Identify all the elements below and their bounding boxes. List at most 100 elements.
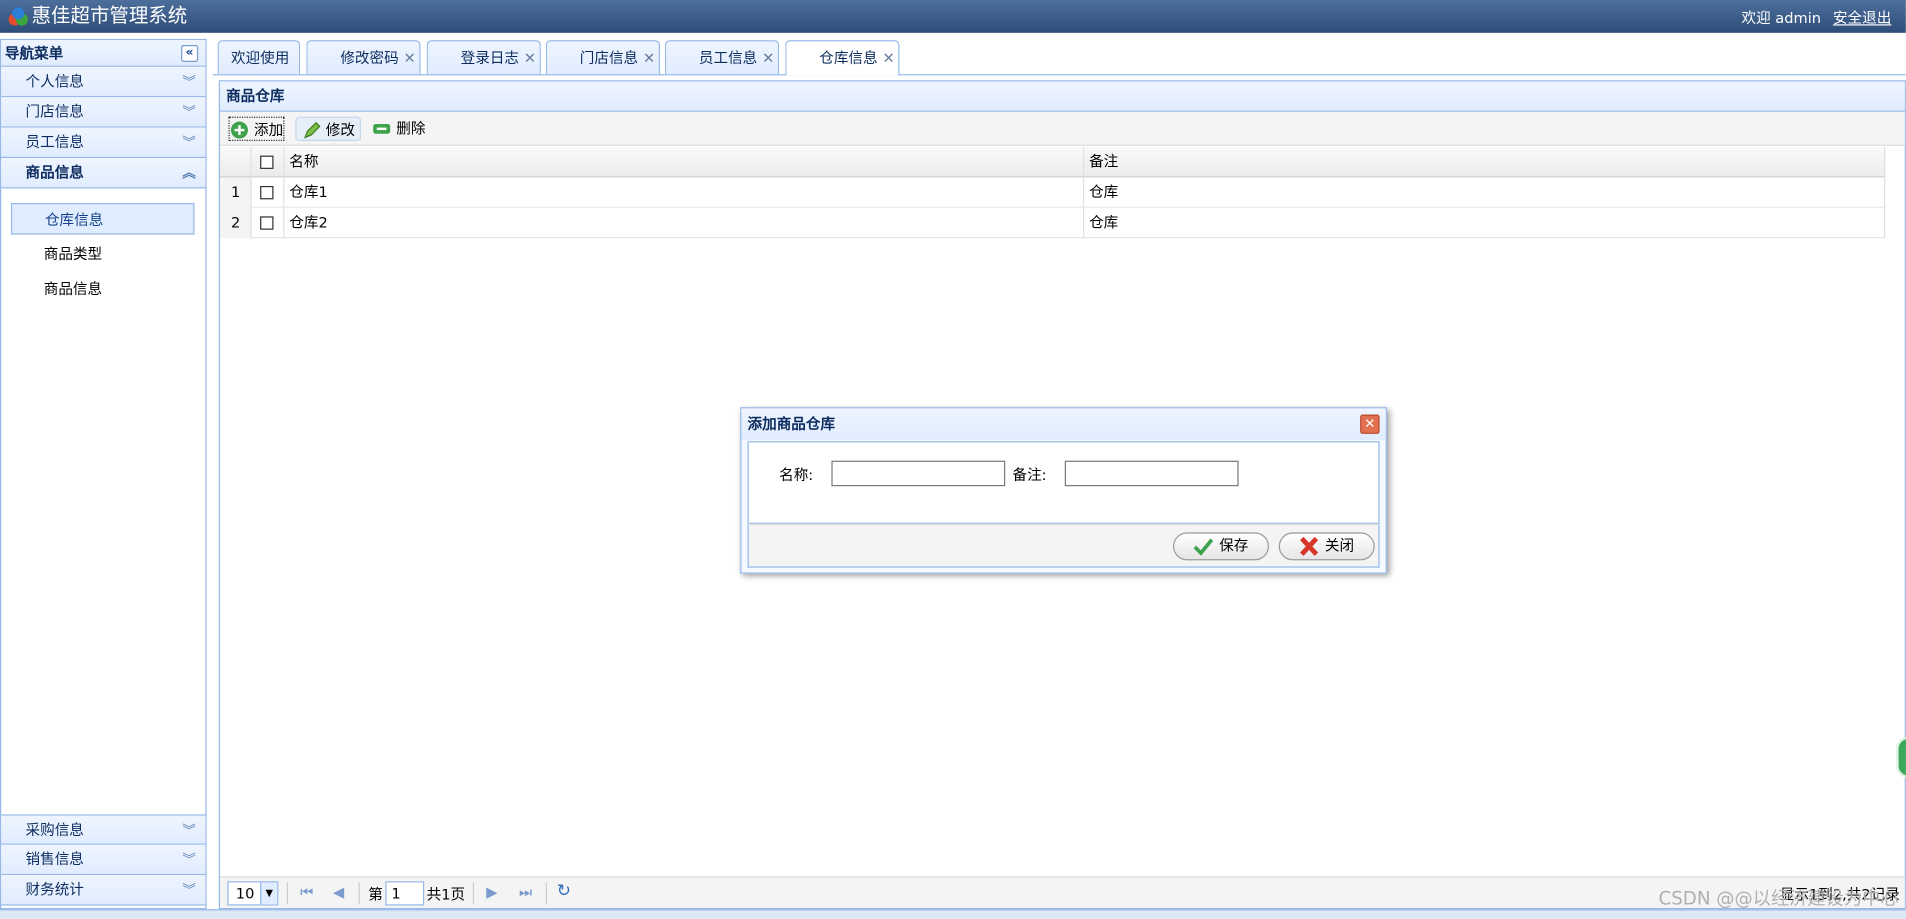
prev-page-icon[interactable]: ◀ [333,884,344,901]
nav-section-label: 门店信息 [25,103,84,121]
tab-change-password[interactable]: 修改密码 ✕ [306,40,421,75]
tab-label: 仓库信息 [819,49,878,67]
pager-separator [358,882,360,905]
cell-remark: 仓库 [1084,177,1886,208]
nav-sidebar-header: 导航菜单 « [1,40,206,67]
row-checkbox[interactable] [260,185,274,200]
last-page-icon[interactable]: ⏭ [519,884,532,902]
tab-label: 登录日志 [460,49,520,67]
delete-button[interactable]: 删除 [372,117,433,141]
nav-section-personal[interactable]: 个人信息 ︾ [1,66,206,98]
double-chevron-down-icon: ︾ [182,74,196,90]
row-select-cell [252,177,285,208]
nav-section-label: 员工信息 [25,133,84,151]
row-checkbox[interactable] [260,216,274,230]
cell-name: 仓库1 [284,177,1085,208]
dropdown-arrow-icon: ▼ [260,882,278,905]
tab-warehouse-info[interactable]: 仓库信息 ✕ [785,40,900,76]
tab-label: 欢迎使用 [230,49,290,67]
minus-icon [373,123,391,134]
subnav-item-warehouse[interactable]: 仓库信息 [10,202,195,235]
remark-label: 备注: [1012,466,1047,484]
tab-login-log[interactable]: 登录日志 ✕ [426,40,541,75]
check-icon [1193,538,1214,556]
tab-label: 修改密码 [340,49,399,67]
table-row[interactable]: 1 仓库1 仓库 [220,177,1886,208]
page-total: 共1页 [426,886,466,904]
dialog-title: 添加商品仓库 [741,408,1386,441]
remark-field[interactable] [1064,460,1239,487]
nav-section-employees[interactable]: 员工信息 ︾ [1,127,206,159]
refresh-icon[interactable]: ↻ [557,881,571,900]
tab-store-info[interactable]: 门店信息 ✕ [545,40,661,75]
double-chevron-up-icon: ︽ [182,165,196,182]
delete-button-label: 删除 [396,120,426,138]
subnav-item-label: 商品类型 [43,245,103,263]
nav-section-finance[interactable]: 财务统计 ︾ [1,875,206,906]
nav-section-label: 商品信息 [25,164,84,182]
nav-section-stores[interactable]: 门店信息 ︾ [1,97,206,128]
select-all-checkbox[interactable] [260,155,274,169]
logout-link[interactable]: 安全退出 [1833,10,1891,27]
column-header-name[interactable]: 名称 [284,147,1085,178]
close-tab-icon[interactable]: ✕ [524,41,536,75]
row-select-cell [252,207,285,239]
nav-section-label: 财务统计 [25,881,84,899]
pager-separator [286,882,289,905]
add-button[interactable]: 添加 [228,116,285,141]
subnav-item-goods-type[interactable]: 商品类型 [11,238,195,270]
edit-button-label: 修改 [325,121,355,139]
edit-button[interactable]: 修改 [295,116,362,141]
subnav-item-goods-info[interactable]: 商品信息 [11,273,195,305]
nav-section-goods[interactable]: 商品信息 ︽ [1,158,206,189]
nav-section-sales[interactable]: 销售信息 ︾ [1,844,206,876]
table-row[interactable]: 2 仓库2 仓库 [220,207,1886,239]
app-window: 惠佳超市管理系统 欢迎 admin 安全退出 导航菜单 « 个人信息 ︾ 门店信… [0,0,1906,919]
close-icon[interactable]: ✕ [1360,414,1380,434]
subnav-item-label: 仓库信息 [44,211,104,229]
double-chevron-down-icon: ︾ [182,104,196,121]
add-icon [230,121,248,139]
pager-separator [545,882,547,905]
user-area: 欢迎 admin 安全退出 [1741,7,1891,28]
first-page-icon[interactable]: ⏮ [300,884,313,902]
floating-assist-icon[interactable] [1896,736,1906,778]
grid-toolbar: 添加 修改 删除 [220,111,1905,146]
save-button[interactable]: 保存 [1172,532,1269,561]
select-all-cell [252,147,285,178]
page-size-select[interactable]: 10 ▼ [227,881,279,906]
close-tab-icon[interactable]: ✕ [643,41,655,75]
nav-section-label: 采购信息 [25,821,84,839]
close-tab-icon[interactable]: ✕ [882,41,894,75]
nav-section-purchase[interactable]: 采购信息 ︾ [1,814,206,845]
tab-welcome[interactable]: 欢迎使用 [217,40,301,75]
nav-section-label: 个人信息 [25,72,84,90]
nav-sidebar: 导航菜单 « 个人信息 ︾ 门店信息 ︾ 员工信息 ︾ 商品信息 ︽ 仓库信息 … [0,38,207,910]
save-button-label: 保存 [1219,537,1249,555]
pagination-bar: 10 ▼ ⏮ ◀ 第 1 共1页 ▶ ⏭ ↻ 显示1到2,共2记录 [220,876,1905,908]
tab-employee-info[interactable]: 员工信息 ✕ [664,40,780,75]
pager-separator [472,882,475,905]
double-chevron-down-icon: ︾ [182,852,196,868]
double-chevron-down-icon: ︾ [182,882,196,899]
tab-strip: 欢迎使用 修改密码 ✕ 登录日志 ✕ 门店信息 ✕ 员工信息 ✕ 仓库信息 ✕ [212,39,1906,76]
cross-icon [1300,536,1319,556]
page-size-value: 10 [235,884,255,902]
add-warehouse-dialog: 添加商品仓库 ✕ 名称: 备注: 保存 关闭 [740,407,1387,574]
panel-title: 商品仓库 [220,81,1905,112]
collapse-sidebar-icon[interactable]: « [181,44,199,62]
nav-bottom-sections: 采购信息 ︾ 销售信息 ︾ 财务统计 ︾ [1,814,206,906]
double-chevron-down-icon: ︾ [182,822,196,839]
next-page-icon[interactable]: ▶ [486,884,497,901]
name-label: 名称: [779,466,814,484]
app-title: 惠佳超市管理系统 [31,3,188,27]
name-field[interactable] [831,460,1006,487]
close-button[interactable]: 关闭 [1278,532,1375,561]
column-header-remark[interactable]: 备注 [1084,147,1886,178]
close-tab-icon[interactable]: ✕ [762,41,774,75]
double-chevron-down-icon: ︾ [182,134,196,151]
dialog-body: 名称: 备注: [747,441,1380,524]
close-tab-icon[interactable]: ✕ [404,41,416,75]
page-number-input[interactable]: 1 [385,881,425,906]
watermark-text: CSDN @@以经济建设为中心 [1658,887,1899,910]
